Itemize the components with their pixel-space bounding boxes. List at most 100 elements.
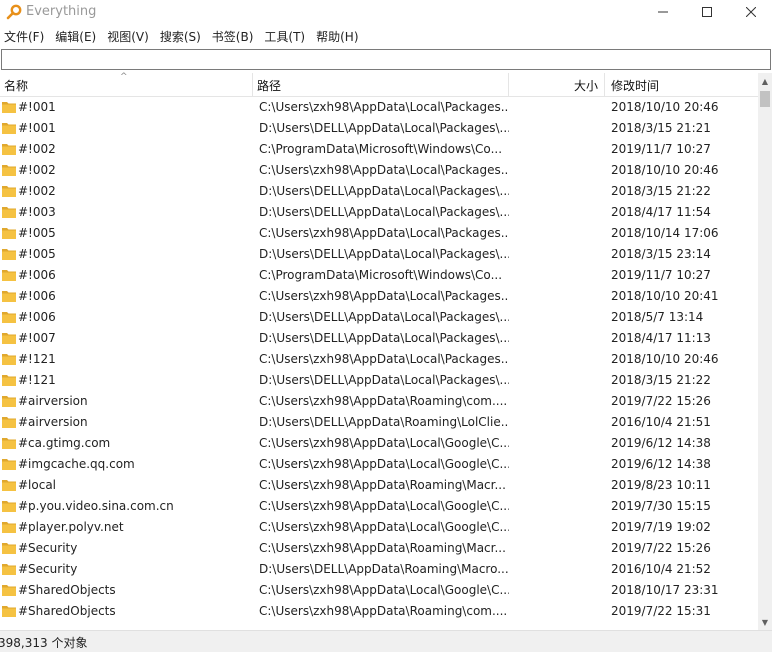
column-header-path[interactable]: 路径: [253, 73, 509, 97]
table-row[interactable]: #!001 D:\Users\DELL\AppData\Local\Package…: [0, 118, 758, 139]
close-icon: [746, 7, 756, 17]
file-name: #Security: [18, 562, 78, 576]
file-path: C:\Users\zxh98\AppData\Roaming\Macr...: [259, 478, 506, 492]
results-list[interactable]: #!001 C:\Users\zxh98\AppData\Local\Packag…: [0, 97, 758, 630]
menu-file[interactable]: 文件(F): [0, 26, 51, 48]
table-row[interactable]: #!006 C:\ProgramData\Microsoft\Windows\Co…: [0, 265, 758, 286]
search-input[interactable]: [1, 49, 771, 70]
folder-icon: [2, 564, 16, 575]
file-name: #!002: [18, 142, 56, 156]
file-path: D:\Users\DELL\AppData\Local\Packages\...: [259, 310, 509, 324]
folder-icon: [2, 207, 16, 218]
table-row[interactable]: #!005 D:\Users\DELL\AppData\Local\Package…: [0, 244, 758, 265]
folder-icon: [2, 291, 16, 302]
table-row[interactable]: #Security C:\Users\zxh98\AppData\Roaming\…: [0, 538, 758, 559]
table-row[interactable]: #!006 D:\Users\DELL\AppData\Local\Package…: [0, 307, 758, 328]
folder-icon: [2, 354, 16, 365]
table-row[interactable]: #!006 C:\Users\zxh98\AppData\Local\Packag…: [0, 286, 758, 307]
file-modified-date: 2018/4/17 11:13: [611, 331, 711, 345]
folder-icon: [2, 165, 16, 176]
file-path: D:\Users\DELL\AppData\Local\Packages\...: [259, 121, 509, 135]
table-row[interactable]: #!121 C:\Users\zxh98\AppData\Local\Packag…: [0, 349, 758, 370]
folder-icon: [2, 375, 16, 386]
table-row[interactable]: #SharedObjects C:\Users\zxh98\AppData\Roa…: [0, 601, 758, 622]
file-name: #!006: [18, 268, 56, 282]
table-row[interactable]: #!002 D:\Users\DELL\AppData\Local\Package…: [0, 181, 758, 202]
column-header: ^ 名称 路径 大小 修改时间: [0, 72, 758, 97]
folder-icon: [2, 270, 16, 281]
table-row[interactable]: #SharedObjects C:\Users\zxh98\AppData\Loc…: [0, 580, 758, 601]
table-row[interactable]: #!001 C:\Users\zxh98\AppData\Local\Packag…: [0, 97, 758, 118]
menu-tools[interactable]: 工具(T): [260, 26, 312, 48]
table-row[interactable]: #!121 D:\Users\DELL\AppData\Local\Package…: [0, 370, 758, 391]
file-path: D:\Users\DELL\AppData\Roaming\Macro...: [259, 562, 509, 576]
folder-icon: [2, 606, 16, 617]
file-path: D:\Users\DELL\AppData\Local\Packages\...: [259, 373, 509, 387]
table-row[interactable]: #!002 C:\Users\zxh98\AppData\Local\Packag…: [0, 160, 758, 181]
file-name: #!121: [18, 352, 56, 366]
file-name: #local: [18, 478, 57, 492]
folder-icon: [2, 312, 16, 323]
file-path: C:\Users\zxh98\AppData\Local\Packages...: [259, 289, 509, 303]
file-name: #!001: [18, 100, 56, 114]
folder-icon: [2, 480, 16, 491]
vertical-scrollbar[interactable]: ▲ ▼: [758, 73, 772, 630]
table-row[interactable]: #player.polyv.net C:\Users\zxh98\AppData\…: [0, 517, 758, 538]
folder-icon: [2, 459, 16, 470]
file-name: #SharedObjects: [18, 583, 116, 597]
close-button[interactable]: [728, 0, 772, 24]
table-row[interactable]: #ca.gtimg.com C:\Users\zxh98\AppData\Loca…: [0, 433, 758, 454]
status-bar: 398,313 个对象: [0, 630, 772, 652]
folder-icon: [2, 249, 16, 260]
file-name: #!002: [18, 184, 56, 198]
object-count: 398,313 个对象: [0, 636, 88, 650]
table-row[interactable]: #!003 D:\Users\DELL\AppData\Local\Package…: [0, 202, 758, 223]
file-name: #!007: [18, 331, 56, 345]
file-name: #!121: [18, 373, 56, 387]
file-path: D:\Users\DELL\AppData\Local\Packages\...: [259, 184, 509, 198]
menu-search[interactable]: 搜索(S): [156, 26, 208, 48]
file-path: D:\Users\DELL\AppData\Roaming\LolClie...: [259, 415, 509, 429]
file-modified-date: 2019/11/7 10:27: [611, 142, 711, 156]
table-row[interactable]: #imgcache.qq.com C:\Users\zxh98\AppData\L…: [0, 454, 758, 475]
table-row[interactable]: #Security D:\Users\DELL\AppData\Roaming\M…: [0, 559, 758, 580]
menu-bookmarks[interactable]: 书签(B): [208, 26, 261, 48]
file-modified-date: 2018/10/17 23:31: [611, 583, 719, 597]
table-row[interactable]: #airversion D:\Users\DELL\AppData\Roaming…: [0, 412, 758, 433]
table-row[interactable]: #p.you.video.sina.com.cn C:\Users\zxh98\A…: [0, 496, 758, 517]
table-row[interactable]: #!007 D:\Users\DELL\AppData\Local\Package…: [0, 328, 758, 349]
folder-icon: [2, 102, 16, 113]
folder-icon: [2, 123, 16, 134]
menu-help[interactable]: 帮助(H): [312, 26, 365, 48]
minimize-button[interactable]: [640, 0, 686, 24]
column-name-label: 名称: [4, 79, 29, 93]
file-modified-date: 2019/7/30 15:15: [611, 499, 711, 513]
file-path: C:\Users\zxh98\AppData\Local\Google\C...: [259, 583, 509, 597]
table-row[interactable]: #!005 C:\Users\zxh98\AppData\Local\Packag…: [0, 223, 758, 244]
column-header-date[interactable]: 修改时间: [605, 73, 758, 97]
column-date-label: 修改时间: [611, 79, 660, 93]
scroll-down-button[interactable]: ▼: [758, 614, 772, 630]
maximize-icon: [702, 7, 712, 17]
column-header-name[interactable]: ^ 名称: [0, 72, 253, 97]
table-row[interactable]: #!002 C:\ProgramData\Microsoft\Windows\Co…: [0, 139, 758, 160]
column-header-size[interactable]: 大小: [509, 73, 605, 97]
file-path: C:\Users\zxh98\AppData\Local\Packages...: [259, 226, 509, 240]
minimize-icon: [658, 11, 668, 13]
file-path: C:\Users\zxh98\AppData\Local\Packages...: [259, 163, 509, 177]
file-modified-date: 2019/11/7 10:27: [611, 268, 711, 282]
folder-icon: [2, 543, 16, 554]
scroll-up-button[interactable]: ▲: [758, 73, 772, 89]
table-row[interactable]: #airversion C:\Users\zxh98\AppData\Roamin…: [0, 391, 758, 412]
table-row[interactable]: #local C:\Users\zxh98\AppData\Roaming\Mac…: [0, 475, 758, 496]
scroll-thumb[interactable]: [760, 91, 770, 107]
menu-view[interactable]: 视图(V): [103, 26, 156, 48]
maximize-button[interactable]: [684, 0, 730, 24]
menu-edit[interactable]: 编辑(E): [51, 26, 103, 48]
title-bar: Everything: [0, 0, 772, 26]
file-name: #SharedObjects: [18, 604, 116, 618]
file-path: C:\Users\zxh98\AppData\Local\Packages...: [259, 352, 509, 366]
file-name: #p.you.video.sina.com.cn: [18, 499, 174, 513]
magnifier-app-icon: [6, 4, 22, 20]
file-modified-date: 2018/10/10 20:46: [611, 352, 719, 366]
